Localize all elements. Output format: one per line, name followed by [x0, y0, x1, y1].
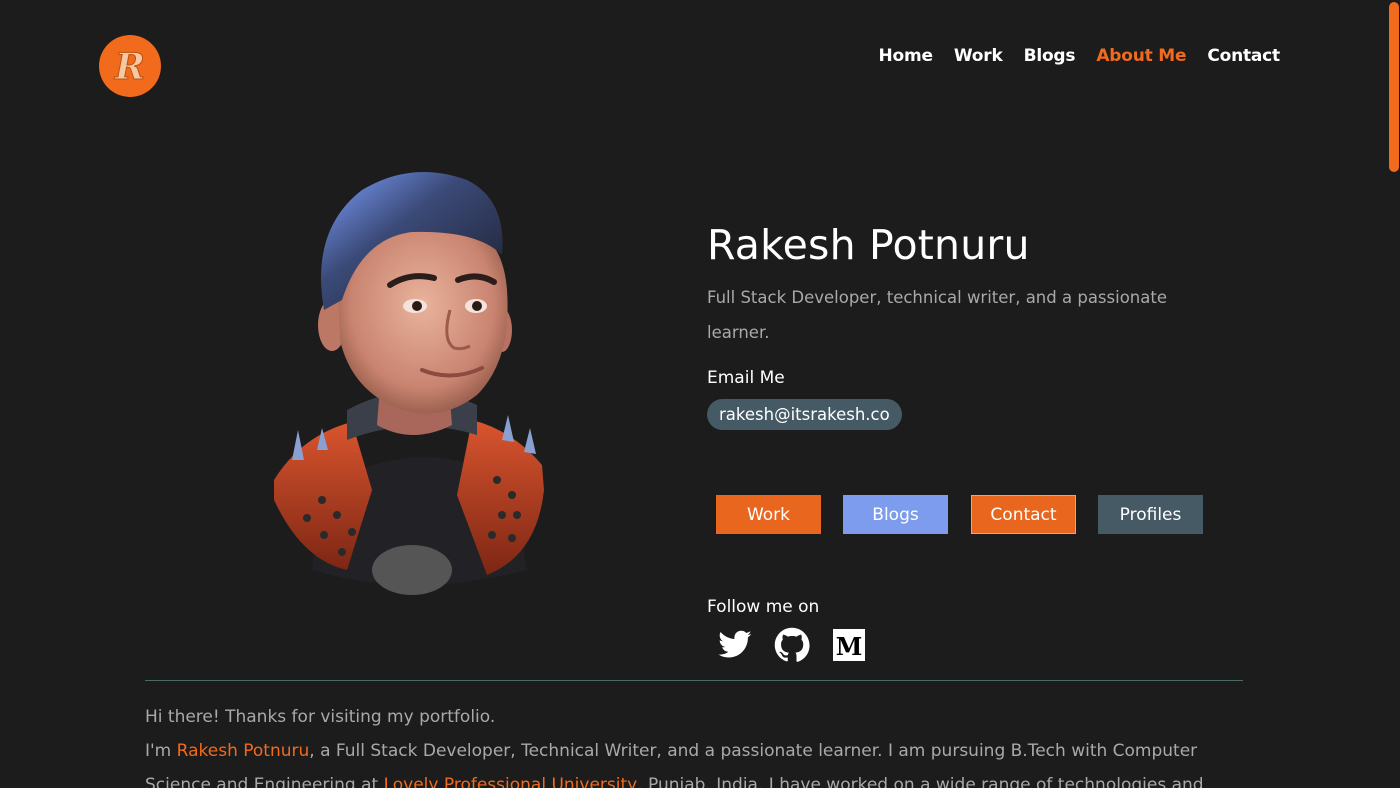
- email-label: Email Me: [707, 368, 785, 388]
- about-study-text: Science and Engineering at: [145, 775, 384, 788]
- scrollbar-thumb[interactable]: [1389, 2, 1399, 172]
- page-scrollbar[interactable]: [1388, 0, 1400, 788]
- profile-tagline: Full Stack Developer, technical writer, …: [707, 288, 1167, 342]
- section-divider: [145, 680, 1243, 681]
- nav-about-me[interactable]: About Me: [1096, 44, 1186, 68]
- email-link[interactable]: rakesh@itsrakesh.co: [707, 399, 902, 430]
- work-button[interactable]: Work: [716, 495, 821, 534]
- blogs-button[interactable]: Blogs: [843, 495, 948, 534]
- nav-blogs[interactable]: Blogs: [1024, 44, 1076, 68]
- about-intro-rest: , a Full Stack Developer, Technical Writ…: [309, 741, 1198, 761]
- nav-work[interactable]: Work: [954, 44, 1003, 68]
- about-section: Hi there! Thanks for visiting my portfol…: [145, 700, 1245, 788]
- university-link[interactable]: Lovely Professional University: [384, 775, 638, 788]
- about-name-link[interactable]: Rakesh Potnuru: [177, 741, 310, 761]
- profile-name: Rakesh Potnuru: [707, 221, 1030, 269]
- logo-letter: R: [114, 46, 145, 88]
- medium-icon[interactable]: M: [831, 627, 867, 663]
- nav-contact[interactable]: Contact: [1207, 44, 1280, 68]
- logo-r-icon: R: [114, 46, 146, 89]
- about-paragraph-2: Science and Engineering at Lovely Profes…: [145, 768, 1245, 788]
- site-logo[interactable]: R: [99, 35, 161, 97]
- svg-text:M: M: [836, 632, 863, 661]
- contact-button[interactable]: Contact: [971, 495, 1076, 534]
- about-intro-text: I'm: [145, 741, 177, 761]
- twitter-icon[interactable]: [717, 627, 753, 663]
- follow-label: Follow me on: [707, 597, 820, 617]
- about-study-rest: , Punjab, India. I have worked on a wide…: [637, 775, 1204, 788]
- profiles-button[interactable]: Profiles: [1098, 495, 1203, 534]
- github-icon[interactable]: [774, 627, 810, 663]
- main-nav: Home Work Blogs About Me Contact: [878, 44, 1280, 68]
- avatar-illustration: [274, 172, 544, 595]
- portfolio-page: R Home Work Blogs About Me Contact Rakes…: [0, 0, 1400, 788]
- nav-home[interactable]: Home: [878, 44, 933, 68]
- about-paragraph: I'm Rakesh Potnuru, a Full Stack Develop…: [145, 734, 1245, 768]
- about-greeting: Hi there! Thanks for visiting my portfol…: [145, 707, 496, 727]
